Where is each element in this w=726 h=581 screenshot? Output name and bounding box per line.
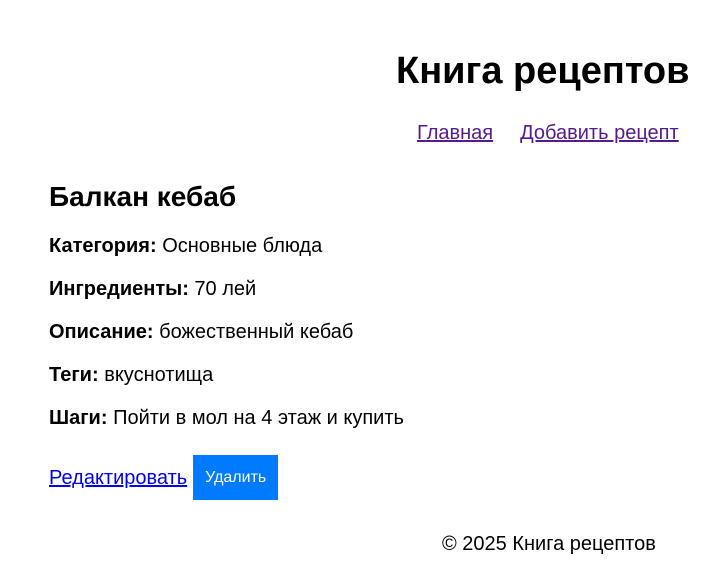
recipe-description: Описание: божественный кебаб — [49, 320, 649, 363]
recipe-ingredients-label: Ингредиенты: — [49, 278, 189, 300]
recipe-actions: Редактировать Удалить — [49, 455, 279, 500]
nav-home-link[interactable]: Главная — [417, 122, 493, 144]
recipe-details: Балкан кебаб Категория: Основные блюда И… — [49, 178, 649, 449]
recipe-steps-value: Пойти в мол на 4 этаж и купить — [113, 407, 404, 429]
recipe-ingredients-value: 70 лей — [194, 278, 257, 300]
main-nav: Главная Добавить рецепт — [417, 121, 679, 145]
recipe-description-value: божественный кебаб — [159, 321, 354, 343]
footer-copyright: © 2025 Книга рецептов — [442, 533, 656, 555]
recipe-category-label: Категория: — [49, 235, 157, 257]
recipe-tags-value: вкуснотища — [104, 364, 214, 386]
nav-add-recipe-link[interactable]: Добавить рецепт — [520, 122, 679, 144]
page: Книга рецептов Главная Добавить рецепт Ба… — [0, 0, 726, 581]
recipe-steps-label: Шаги: — [49, 407, 108, 429]
recipe-tags: Теги: вкуснотища — [49, 363, 649, 406]
recipe-title: Балкан кебаб — [49, 181, 237, 212]
footer: © 2025 Книга рецептов — [442, 532, 656, 556]
delete-recipe-button[interactable]: Удалить — [193, 455, 279, 500]
recipe-steps: Шаги: Пойти в мол на 4 этаж и купить — [49, 406, 649, 449]
recipe-tags-label: Теги: — [49, 364, 99, 386]
recipe-ingredients: Ингредиенты: 70 лей — [49, 277, 649, 320]
recipe-description-label: Описание: — [49, 321, 154, 343]
recipe-category-value: Основные блюда — [162, 235, 323, 257]
site-title: Книга рецептов — [396, 50, 690, 92]
recipe-category: Категория: Основные блюда — [49, 234, 649, 277]
edit-recipe-link[interactable]: Редактировать — [49, 466, 187, 490]
